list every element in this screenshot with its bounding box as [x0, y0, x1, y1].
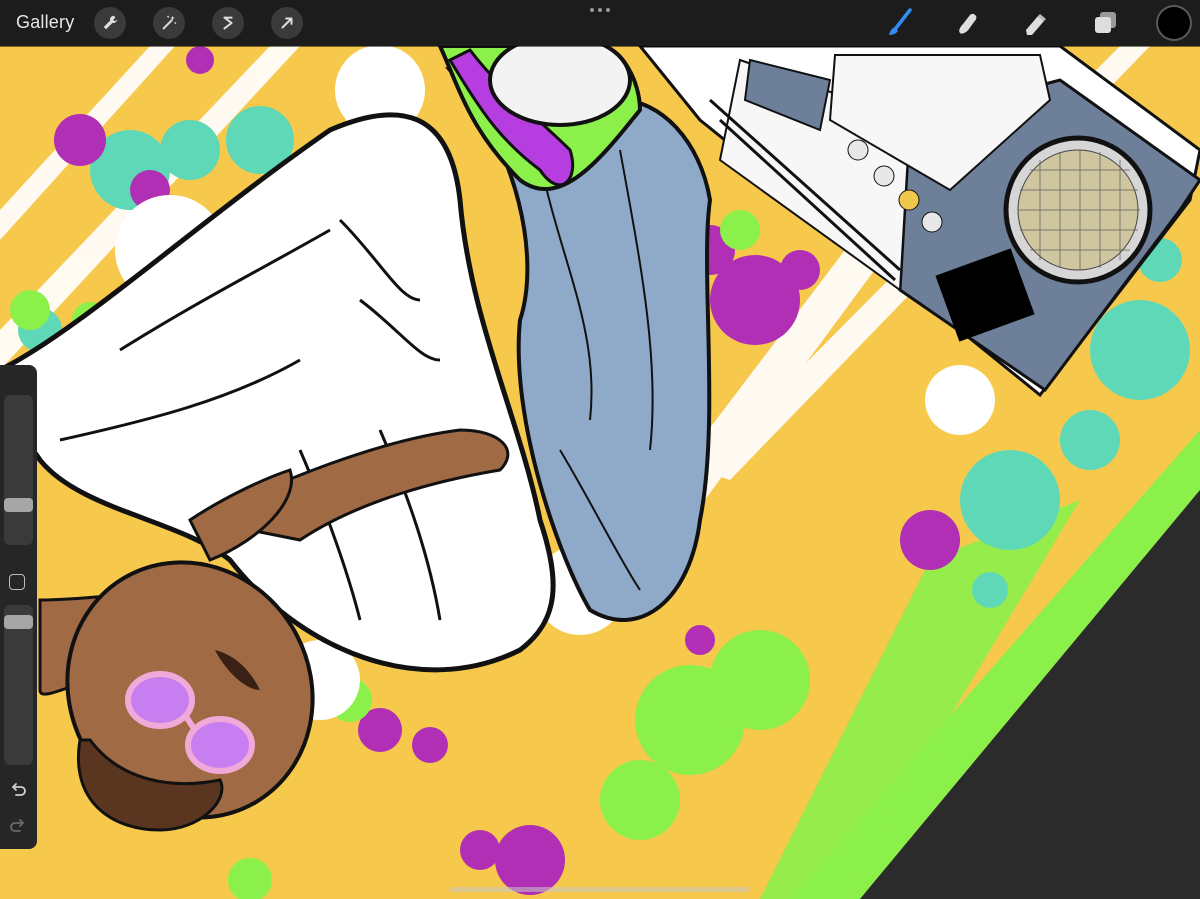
top-toolbar: Gallery — [0, 0, 1200, 46]
home-indicator — [450, 887, 750, 892]
undo-icon[interactable] — [8, 780, 28, 800]
transform-button[interactable] — [271, 7, 303, 39]
eraser-icon — [1026, 14, 1046, 35]
color-picker-swatch[interactable] — [1158, 7, 1190, 39]
redo-icon[interactable] — [8, 816, 28, 836]
layers-icon — [1095, 12, 1116, 33]
smudge-icon — [959, 13, 977, 34]
selection-icon — [223, 16, 233, 30]
wrench-icon — [103, 15, 118, 30]
eraser-tool-button[interactable] — [1018, 6, 1052, 40]
drawing-canvas[interactable] — [0, 0, 1200, 899]
adjustments-button[interactable] — [153, 7, 185, 39]
opacity-handle[interactable] — [4, 615, 33, 630]
magic-wand-icon — [162, 15, 177, 30]
brush-size-handle[interactable] — [4, 498, 33, 513]
gallery-button[interactable]: Gallery — [16, 12, 74, 33]
modify-button[interactable] — [9, 574, 25, 590]
brush-tool-button[interactable] — [883, 6, 917, 40]
selection-button[interactable] — [212, 7, 244, 39]
brush-size-slider[interactable] — [4, 395, 33, 545]
more-options-icon[interactable] — [586, 4, 614, 16]
brush-icon — [889, 8, 912, 35]
actions-button[interactable] — [94, 7, 126, 39]
smudge-tool-button[interactable] — [950, 6, 984, 40]
transform-arrow-icon — [281, 17, 293, 29]
layers-button[interactable] — [1088, 6, 1122, 40]
